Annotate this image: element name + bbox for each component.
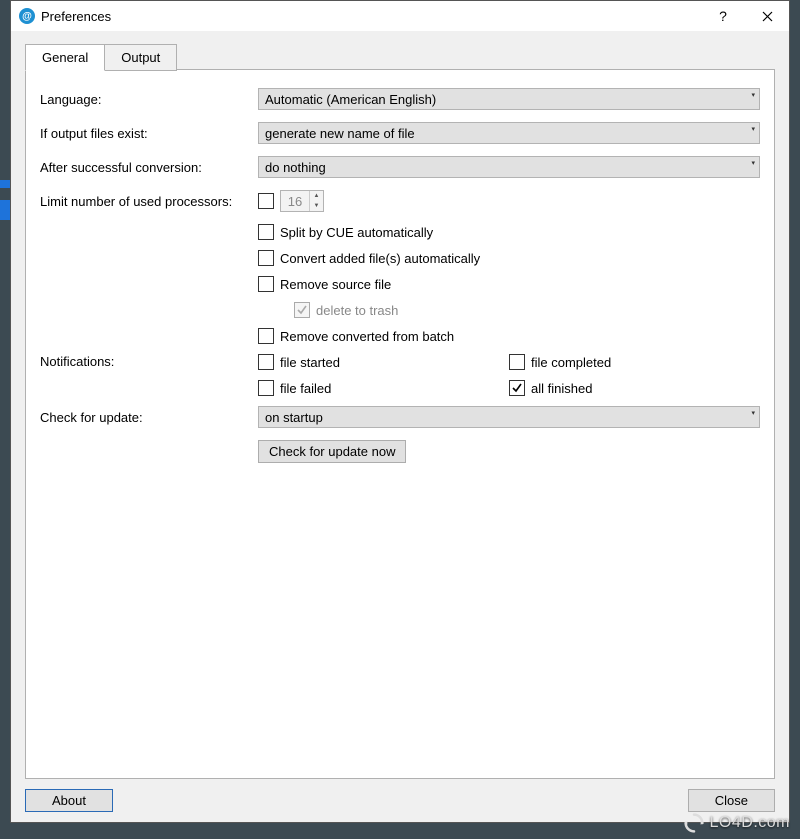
file-completed-checkbox[interactable] bbox=[509, 354, 525, 370]
watermark-icon bbox=[684, 813, 704, 833]
chevron-down-icon: ▾ bbox=[751, 125, 755, 133]
convert-auto-checkbox[interactable] bbox=[258, 250, 274, 266]
file-started-checkbox[interactable] bbox=[258, 354, 274, 370]
window-title: Preferences bbox=[41, 9, 111, 24]
help-button[interactable]: ? bbox=[701, 1, 745, 31]
file-started-label: file started bbox=[280, 355, 340, 370]
tab-content-general: Language: Automatic (American English) ▾… bbox=[25, 69, 775, 779]
notifications-label: Notifications: bbox=[40, 354, 258, 369]
chevron-down-icon: ▾ bbox=[751, 409, 755, 417]
after-conv-value: do nothing bbox=[265, 160, 326, 175]
split-cue-checkbox[interactable] bbox=[258, 224, 274, 240]
preferences-window: @ Preferences ? General Output Language:… bbox=[10, 0, 790, 823]
about-button[interactable]: About bbox=[25, 789, 113, 812]
spinner-up-icon[interactable]: ▲ bbox=[310, 191, 323, 201]
check-update-label: Check for update: bbox=[40, 410, 258, 425]
delete-trash-checkbox bbox=[294, 302, 310, 318]
all-finished-label: all finished bbox=[531, 381, 592, 396]
language-value: Automatic (American English) bbox=[265, 92, 436, 107]
split-cue-label: Split by CUE automatically bbox=[280, 225, 433, 240]
convert-auto-label: Convert added file(s) automatically bbox=[280, 251, 480, 266]
content-area: General Output Language: Automatic (Amer… bbox=[11, 31, 789, 822]
chevron-down-icon: ▾ bbox=[751, 91, 755, 99]
procs-input[interactable] bbox=[281, 193, 309, 210]
app-icon: @ bbox=[19, 8, 35, 24]
bottom-bar: About Close bbox=[25, 779, 775, 812]
remove-converted-checkbox[interactable] bbox=[258, 328, 274, 344]
check-update-value: on startup bbox=[265, 410, 323, 425]
check-update-combo[interactable]: on startup ▾ bbox=[258, 406, 760, 428]
spinner-down-icon[interactable]: ▼ bbox=[310, 201, 323, 211]
tabstrip: General Output bbox=[25, 43, 775, 70]
all-finished-checkbox[interactable] bbox=[509, 380, 525, 396]
close-button[interactable]: Close bbox=[688, 789, 775, 812]
watermark: LO4D.com bbox=[684, 813, 790, 833]
if-output-combo[interactable]: generate new name of file ▾ bbox=[258, 122, 760, 144]
after-conv-combo[interactable]: do nothing ▾ bbox=[258, 156, 760, 178]
watermark-text: LO4D.com bbox=[710, 814, 790, 832]
limit-procs-label: Limit number of used processors: bbox=[40, 194, 258, 209]
delete-trash-label: delete to trash bbox=[316, 303, 398, 318]
if-output-value: generate new name of file bbox=[265, 126, 415, 141]
language-label: Language: bbox=[40, 92, 258, 107]
language-combo[interactable]: Automatic (American English) ▾ bbox=[258, 88, 760, 110]
file-completed-label: file completed bbox=[531, 355, 611, 370]
file-failed-checkbox[interactable] bbox=[258, 380, 274, 396]
after-conv-label: After successful conversion: bbox=[40, 160, 258, 175]
titlebar: @ Preferences ? bbox=[11, 1, 789, 31]
file-failed-label: file failed bbox=[280, 381, 331, 396]
chevron-down-icon: ▾ bbox=[751, 159, 755, 167]
remove-source-checkbox[interactable] bbox=[258, 276, 274, 292]
tab-general[interactable]: General bbox=[25, 44, 105, 71]
remove-source-label: Remove source file bbox=[280, 277, 391, 292]
limit-procs-checkbox[interactable] bbox=[258, 193, 274, 209]
if-output-label: If output files exist: bbox=[40, 126, 258, 141]
tab-output[interactable]: Output bbox=[104, 44, 177, 71]
procs-spinner[interactable]: ▲ ▼ bbox=[280, 190, 324, 212]
remove-converted-label: Remove converted from batch bbox=[280, 329, 454, 344]
window-close-button[interactable] bbox=[745, 1, 789, 31]
check-update-now-button[interactable]: Check for update now bbox=[258, 440, 406, 463]
